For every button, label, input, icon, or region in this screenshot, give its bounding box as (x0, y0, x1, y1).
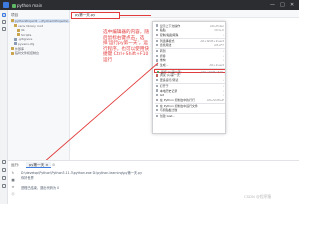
run-panel-label: 运行: (11, 163, 20, 167)
settings-icon[interactable]: ⚙ (52, 163, 55, 167)
scroll-end-icon[interactable]: ≡ (11, 185, 15, 189)
run-tab-py-day1[interactable]: py第一天 × (26, 162, 52, 168)
console-line: D:\develop\Python\Python3.11.3\python.ex… (21, 171, 142, 175)
console-line: 你好世界 (21, 176, 34, 180)
rerun-icon[interactable]: ↻ (11, 171, 15, 175)
print-icon[interactable]: ⎙ (11, 192, 15, 196)
console-line: 进程已结束，退出代码为 0 (21, 186, 60, 190)
watermark: CSDN @程序猿 (244, 194, 272, 199)
stop-icon[interactable]: ■ (11, 178, 15, 182)
